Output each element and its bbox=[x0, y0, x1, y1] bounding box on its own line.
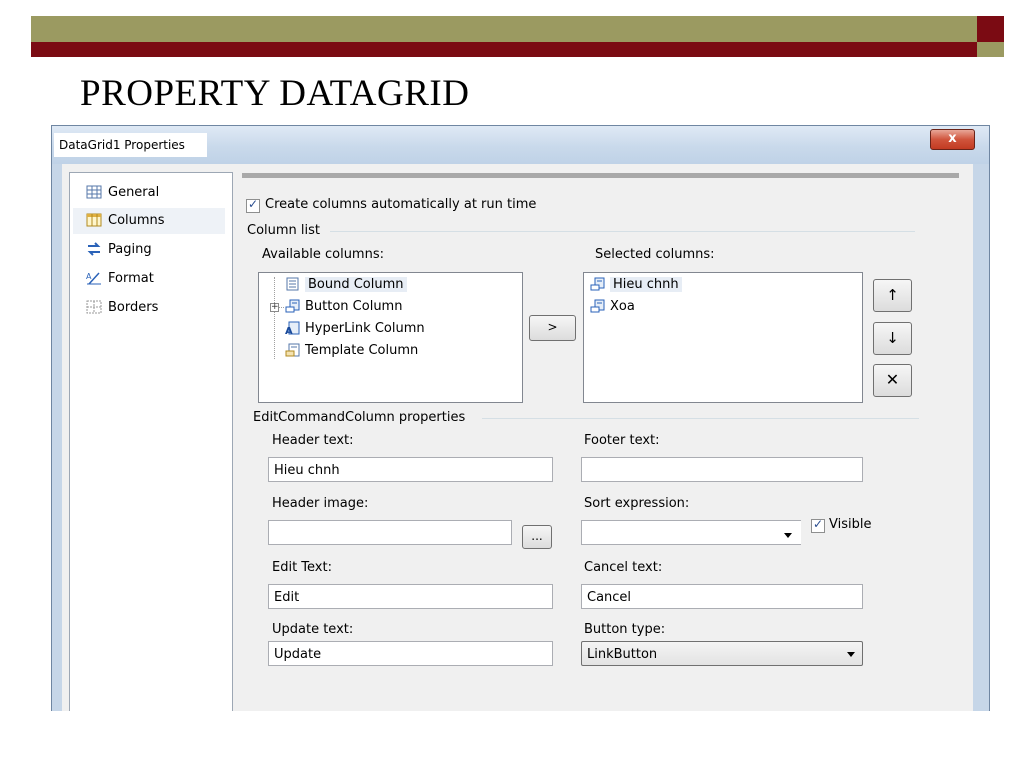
nav-label: Columns bbox=[108, 213, 165, 228]
cancel-text-label: Cancel text: bbox=[584, 560, 663, 575]
properties-divider bbox=[482, 418, 919, 419]
add-column-button[interactable]: > bbox=[529, 315, 576, 341]
button-column-icon bbox=[590, 299, 605, 313]
nav-item-format[interactable]: A Format bbox=[73, 266, 225, 292]
hyperlink-column-icon: A bbox=[285, 321, 300, 335]
arrow-up-icon: ↑ bbox=[886, 286, 899, 304]
close-button[interactable]: x bbox=[930, 129, 975, 150]
nav-item-columns[interactable]: Columns bbox=[73, 208, 225, 234]
column-list-label: Column list bbox=[247, 223, 321, 238]
auto-create-checkbox[interactable] bbox=[246, 197, 260, 213]
column-list-divider bbox=[330, 231, 915, 232]
auto-create-label: Create columns automatically at run time bbox=[265, 197, 537, 212]
tree-line bbox=[274, 277, 275, 359]
visible-label: Visible bbox=[829, 517, 872, 532]
sort-expression-label: Sort expression: bbox=[584, 496, 690, 511]
borders-icon bbox=[86, 300, 102, 314]
selected-column-item[interactable]: Xoa bbox=[590, 299, 635, 314]
browse-image-button[interactable]: ... bbox=[522, 525, 552, 549]
nav-label: Format bbox=[108, 271, 154, 286]
template-column-icon bbox=[285, 343, 300, 357]
available-column-button[interactable]: Button Column bbox=[285, 299, 402, 314]
header-band-red bbox=[31, 42, 977, 57]
available-columns-label: Available columns: bbox=[262, 247, 384, 262]
nav-label: Paging bbox=[108, 242, 152, 257]
selected-columns-list[interactable]: Hieu chnh Xoa bbox=[583, 272, 863, 403]
button-type-label: Button type: bbox=[584, 622, 666, 637]
button-type-value: LinkButton bbox=[587, 647, 658, 662]
nav-item-paging[interactable]: Paging bbox=[73, 237, 225, 263]
svg-text:A: A bbox=[285, 326, 293, 335]
column-name: Bound Column bbox=[305, 277, 407, 292]
bound-column-icon bbox=[286, 277, 299, 291]
chevron-down-icon bbox=[847, 652, 855, 657]
move-down-button[interactable]: ↓ bbox=[873, 322, 912, 355]
column-name: Template Column bbox=[305, 343, 419, 358]
column-name: Xoa bbox=[610, 299, 635, 314]
edit-text-label: Edit Text: bbox=[272, 560, 332, 575]
panel-separator bbox=[242, 173, 959, 178]
footer-text-label: Footer text: bbox=[584, 433, 660, 448]
header-corner-red bbox=[977, 16, 1004, 42]
columns-icon bbox=[86, 213, 102, 227]
visible-checkbox[interactable] bbox=[811, 517, 825, 533]
move-up-button[interactable]: ↑ bbox=[873, 279, 912, 312]
delete-icon: ✕ bbox=[885, 370, 900, 389]
format-icon: A bbox=[86, 272, 101, 285]
available-column-template[interactable]: Template Column bbox=[285, 343, 418, 358]
header-band-olive bbox=[31, 16, 977, 42]
cancel-text-input[interactable]: Cancel bbox=[581, 584, 863, 609]
dialog-titlebar[interactable]: DataGrid1 Properties x bbox=[52, 126, 989, 164]
update-text-input[interactable]: Update bbox=[268, 641, 553, 666]
button-column-icon bbox=[590, 277, 605, 291]
chevron-down-icon[interactable] bbox=[784, 533, 792, 538]
properties-group-label: EditCommandColumn properties bbox=[253, 410, 466, 425]
column-name: Hieu chnh bbox=[610, 277, 682, 292]
svg-text:A: A bbox=[86, 272, 92, 281]
arrow-down-icon: ↓ bbox=[886, 329, 899, 347]
header-text-input[interactable]: Hieu chnh bbox=[268, 457, 553, 482]
dialog-body: General Columns Paging A Format Borders … bbox=[62, 164, 973, 711]
slide-title: PROPERTY DATAGRID bbox=[80, 73, 470, 114]
button-column-icon bbox=[285, 299, 300, 313]
close-icon: x bbox=[948, 131, 957, 146]
dialog-title: DataGrid1 Properties bbox=[54, 133, 207, 157]
header-image-input[interactable] bbox=[268, 520, 512, 545]
table-icon bbox=[86, 185, 102, 199]
paging-icon bbox=[87, 242, 101, 256]
expand-toggle[interactable]: + bbox=[270, 303, 279, 312]
header-text-label: Header text: bbox=[272, 433, 354, 448]
nav-item-borders[interactable]: Borders bbox=[73, 295, 225, 321]
footer-text-input[interactable] bbox=[581, 457, 863, 482]
nav-label: General bbox=[108, 185, 160, 200]
header-image-label: Header image: bbox=[272, 496, 369, 511]
selected-column-item[interactable]: Hieu chnh bbox=[590, 277, 682, 292]
sort-expression-combo[interactable] bbox=[581, 520, 801, 545]
nav-item-general[interactable]: General bbox=[73, 180, 225, 206]
property-nav: General Columns Paging A Format Borders bbox=[69, 172, 233, 711]
available-column-bound[interactable]: Bound Column bbox=[285, 277, 407, 292]
selected-columns-label: Selected columns: bbox=[595, 247, 715, 262]
update-text-label: Update text: bbox=[272, 622, 354, 637]
delete-column-button[interactable]: ✕ bbox=[873, 364, 912, 397]
header-corner-olive bbox=[977, 42, 1004, 57]
properties-dialog: DataGrid1 Properties x General Columns P… bbox=[51, 125, 990, 711]
button-type-select[interactable]: LinkButton bbox=[581, 641, 863, 666]
nav-label: Borders bbox=[108, 300, 159, 315]
column-name: Button Column bbox=[305, 299, 403, 314]
available-column-hyperlink[interactable]: A HyperLink Column bbox=[285, 321, 425, 336]
column-name: HyperLink Column bbox=[305, 321, 425, 336]
edit-text-input[interactable]: Edit bbox=[268, 584, 553, 609]
available-columns-list[interactable]: + Bound Column Button Column A HyperLink… bbox=[258, 272, 523, 403]
